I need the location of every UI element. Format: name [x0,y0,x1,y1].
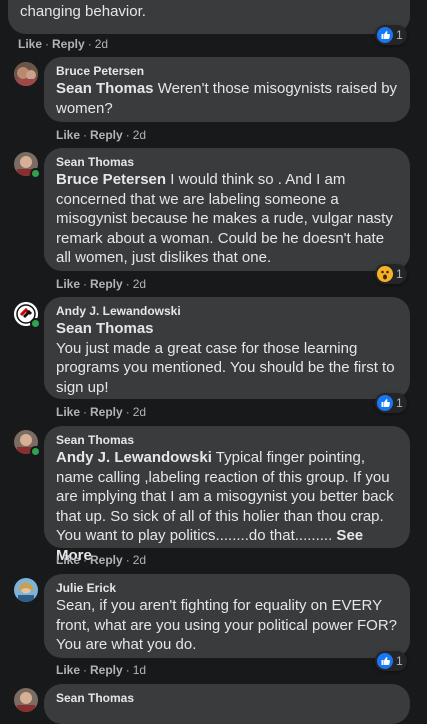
separator: · [125,128,130,142]
avatar[interactable] [14,62,38,86]
comment-actions: Like · Reply · 2d [56,128,146,142]
reply-link[interactable]: Reply [90,128,123,142]
timestamp[interactable]: 1d [133,663,146,677]
comment-author[interactable]: Sean Thomas [56,690,398,706]
separator: · [83,553,88,567]
comment-bubble: changing behavior. [8,0,410,34]
comment-author[interactable]: Julie Erick [56,580,398,596]
comment-bubble: Sean Thomas Bruce Petersen I would think… [44,148,410,271]
like-link[interactable]: Like [56,277,80,291]
timestamp[interactable]: 2d [133,405,146,419]
comment-actions: Like · Reply · 2d [18,37,108,51]
comment-bubble: Julie Erick Sean, if you aren't fighting… [44,574,410,658]
comment-bubble: Sean Thomas [44,684,410,724]
like-icon [377,653,393,669]
avatar[interactable] [14,578,38,602]
comment-actions: Like · Reply · 1d [56,663,146,677]
like-icon [377,27,393,43]
online-status-dot [30,168,41,179]
comment-text: Sean, if you aren't fighting for equalit… [56,597,397,653]
comment-author[interactable]: Sean Thomas [56,154,398,170]
timestamp[interactable]: 2d [133,128,146,142]
comment-actions: Like · Reply · 2d [56,277,146,291]
like-link[interactable]: Like [56,663,80,677]
online-status-dot [30,318,41,329]
separator: · [125,405,130,419]
reaction-number: 1 [396,28,403,42]
comment-author[interactable]: Andy J. Lewandowski [56,303,398,319]
comment-bubble: Bruce Petersen Sean Thomas Weren't those… [44,57,410,122]
comment-actions: Like · Reply · 2d [56,405,146,419]
reply-link[interactable]: Reply [52,37,85,51]
like-link[interactable]: Like [18,37,42,51]
comment-author[interactable]: Sean Thomas [56,432,398,448]
separator: · [125,663,130,677]
comment-bubble: Sean Thomas Andy J. Lewandowski Typical … [44,426,410,564]
separator: · [45,37,50,51]
reaction-count[interactable]: 1 [375,651,407,671]
reaction-number: 1 [396,654,403,668]
comment-text: Bruce Petersen I would think so . And I … [56,170,398,268]
reaction-number: 1 [396,396,403,410]
comment-body: You just made a great case for those lea… [56,339,395,396]
timestamp[interactable]: 2d [133,277,146,291]
comment-actions: Like · Reply · 2d [56,553,146,567]
timestamp[interactable]: 2d [133,553,146,567]
reply-link[interactable]: Reply [90,553,123,567]
mention-link[interactable]: Sean Thomas [56,80,154,97]
reaction-count[interactable]: 1 [375,393,407,413]
separator: · [83,663,88,677]
mention-link[interactable]: Sean Thomas [56,319,398,339]
online-status-dot [30,446,41,457]
reaction-count[interactable]: 1 [375,25,407,45]
comment-bubble: Andy J. Lewandowski Sean Thomas You just … [44,297,410,399]
wow-icon [377,266,393,282]
mention-link[interactable]: Andy J. Lewandowski [56,449,212,466]
reply-link[interactable]: Reply [90,663,123,677]
like-link[interactable]: Like [56,553,80,567]
separator: · [83,128,88,142]
separator: · [83,277,88,291]
comment-text: Sean Thomas Weren't those misogynists ra… [56,79,398,118]
like-link[interactable]: Like [56,128,80,142]
separator: · [125,277,130,291]
reaction-number: 1 [396,267,403,281]
comment-author[interactable]: Bruce Petersen [56,63,398,79]
comment-text: changing behavior. [20,3,146,20]
reaction-count[interactable]: 1 [375,264,407,284]
reply-link[interactable]: Reply [90,405,123,419]
avatar[interactable] [14,688,38,712]
mention-link[interactable]: Bruce Petersen [56,171,166,188]
comment-text: Andy J. Lewandowski Typical finger point… [56,448,398,565]
timestamp[interactable]: 2d [95,37,108,51]
reply-link[interactable]: Reply [90,277,123,291]
like-icon [377,395,393,411]
separator: · [125,553,130,567]
like-link[interactable]: Like [56,405,80,419]
comment-text: Sean Thomas You just made a great case fo… [56,319,398,397]
separator: · [87,37,92,51]
separator: · [83,405,88,419]
